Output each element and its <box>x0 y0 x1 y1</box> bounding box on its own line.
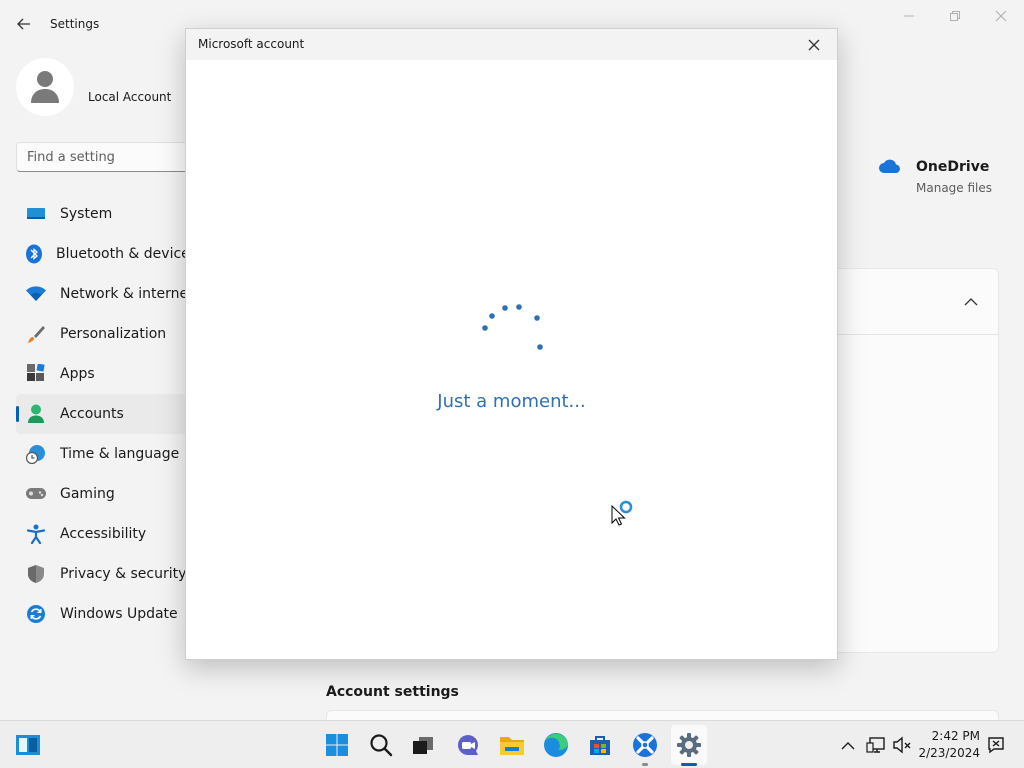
sidebar-item-label: Bluetooth & devices <box>56 246 198 262</box>
sidebar-item-system[interactable]: System <box>16 194 196 234</box>
dialog-close-button[interactable] <box>805 36 823 54</box>
notifications-button[interactable] <box>984 731 1008 759</box>
maximize-button[interactable] <box>940 6 970 26</box>
back-button[interactable] <box>14 14 34 34</box>
chat-icon <box>458 735 478 755</box>
sidebar-item-accounts[interactable]: Accounts <box>16 394 196 434</box>
sidebar-item-network[interactable]: Network & internet <box>16 274 196 314</box>
search-input[interactable] <box>17 143 197 171</box>
close-window-button[interactable] <box>986 6 1016 26</box>
clock-date[interactable]: 2/23/2024 <box>918 746 980 760</box>
widgets-icon <box>16 735 40 755</box>
minimize-button[interactable] <box>894 6 924 26</box>
monitor-icon <box>25 203 47 225</box>
sidebar-item-label: Accessibility <box>60 526 147 542</box>
settings-icon <box>677 733 701 757</box>
active-indicator <box>681 763 697 766</box>
sidebar-item-label: Accounts <box>60 406 124 422</box>
show-hidden-icons-button[interactable] <box>836 731 860 759</box>
widgets-button[interactable] <box>14 731 42 759</box>
file-explorer-button[interactable] <box>498 731 526 759</box>
onedrive-subtitle: Manage files <box>916 181 993 195</box>
search-button[interactable] <box>367 731 395 759</box>
account-name: Local Account <box>88 90 172 104</box>
start-icon <box>326 734 348 756</box>
volume-tray-button[interactable] <box>890 731 914 759</box>
close-icon <box>808 39 820 51</box>
dialog-title: Microsoft account <box>198 37 305 51</box>
bluetooth-icon <box>25 243 43 265</box>
onedrive-title[interactable]: OneDrive <box>916 159 989 175</box>
shield-icon <box>25 563 47 585</box>
task-view-button[interactable] <box>409 731 437 759</box>
chat-button[interactable] <box>454 731 482 759</box>
store-button[interactable] <box>586 731 614 759</box>
sidebar-item-label: Windows Update <box>60 606 178 622</box>
collapse-button[interactable] <box>962 292 980 310</box>
running-indicator <box>642 763 648 766</box>
person-icon <box>25 403 47 425</box>
sidebar-item-label: System <box>60 206 113 222</box>
app-button[interactable] <box>631 731 659 759</box>
search-icon <box>370 734 393 757</box>
close-icon <box>995 10 1007 22</box>
taskbar: 2:42 PM 2/23/2024 <box>0 720 1024 768</box>
sidebar-item-label: Gaming <box>60 486 115 502</box>
sidebar-item-label: Personalization <box>60 326 167 342</box>
back-arrow-icon <box>17 18 30 30</box>
speaker-muted-icon <box>893 736 911 754</box>
search-box[interactable] <box>16 142 197 172</box>
network-icon <box>866 737 885 753</box>
person-avatar-icon <box>31 71 59 103</box>
accessibility-icon <box>25 523 47 545</box>
busy-cursor-icon <box>611 500 633 526</box>
loading-spinner-icon <box>482 304 543 350</box>
microsoft-account-dialog: Microsoft account Just a moment... <box>185 28 838 660</box>
app-title: Settings <box>50 17 100 31</box>
gamepad-icon <box>25 483 47 505</box>
app-icon <box>633 733 657 757</box>
onedrive-cloud-icon <box>878 158 902 178</box>
account-settings-heading: Account settings <box>326 684 459 700</box>
network-tray-button[interactable] <box>864 731 888 759</box>
task-view-icon <box>413 737 433 754</box>
file-explorer-icon <box>500 737 524 755</box>
start-button[interactable] <box>323 731 351 759</box>
sidebar-item-label: Network & internet <box>60 286 194 302</box>
expandable-panel <box>838 268 999 653</box>
sidebar-item-apps[interactable]: Apps <box>16 354 196 394</box>
avatar[interactable] <box>16 58 74 116</box>
sidebar-nav: System Bluetooth & devices Network & int… <box>16 194 198 634</box>
restore-icon <box>950 11 960 21</box>
sidebar-item-accessibility[interactable]: Accessibility <box>16 514 196 554</box>
minimize-icon <box>904 15 914 17</box>
chevron-up-icon <box>841 741 855 749</box>
sidebar-item-time-language[interactable]: Time & language <box>16 434 196 474</box>
sidebar-item-gaming[interactable]: Gaming <box>16 474 196 514</box>
clock-time[interactable]: 2:42 PM <box>932 729 980 743</box>
store-icon <box>590 736 610 755</box>
notification-dnd-icon <box>988 737 1004 754</box>
sidebar-item-label: Apps <box>60 366 95 382</box>
dialog-titlebar: Microsoft account <box>186 29 837 60</box>
sidebar-item-label: Time & language <box>60 446 180 462</box>
sidebar-item-privacy[interactable]: Privacy & security <box>16 554 196 594</box>
chevron-up-icon <box>964 297 978 305</box>
edge-button[interactable] <box>542 731 570 759</box>
loading-text: Just a moment... <box>437 391 586 412</box>
update-icon <box>25 603 47 625</box>
panel-divider <box>838 334 999 335</box>
sidebar-item-personalization[interactable]: Personalization <box>16 314 196 354</box>
apps-icon <box>25 363 47 385</box>
settings-taskbar-button[interactable] <box>675 731 703 759</box>
sidebar-item-label: Privacy & security <box>60 566 187 582</box>
sidebar-item-bluetooth[interactable]: Bluetooth & devices <box>16 234 198 274</box>
globe-clock-icon <box>25 443 47 465</box>
brush-icon <box>25 323 47 345</box>
wifi-icon <box>25 283 47 305</box>
edge-icon <box>544 733 568 757</box>
sidebar-item-windows-update[interactable]: Windows Update <box>16 594 196 634</box>
